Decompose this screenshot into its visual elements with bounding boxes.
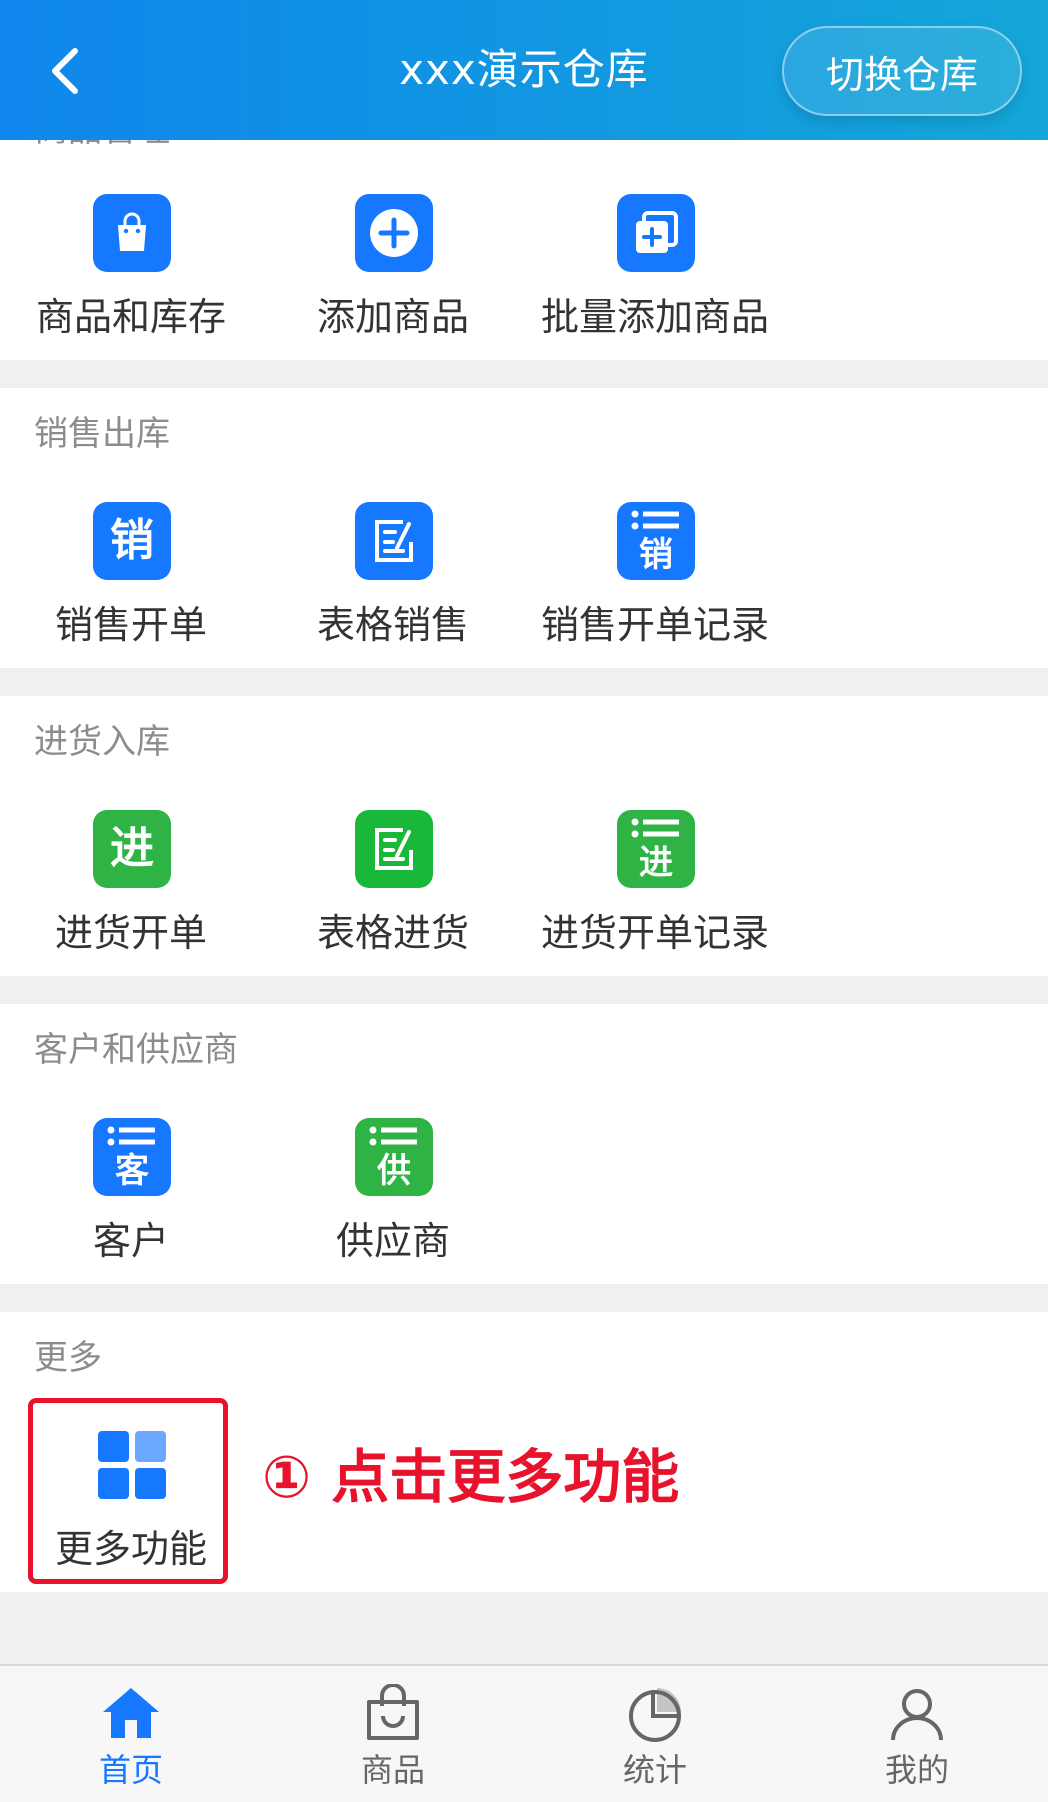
section-title-partners: 客户和供应商 xyxy=(34,1030,238,1070)
nav-item-home[interactable]: 首页 xyxy=(0,1666,262,1802)
pie-chart-icon xyxy=(629,1688,681,1742)
nav-label: 首页 xyxy=(98,1751,163,1789)
icon-glyph: 供 xyxy=(377,1151,411,1191)
grid-label: 客户 xyxy=(92,1219,169,1263)
nav-label: 我的 xyxy=(884,1751,949,1789)
grid-item-sales-order[interactable]: 销 销售开单 xyxy=(0,502,262,662)
shopping-bag-icon xyxy=(93,194,171,272)
annotation-text: ① 点击更多功能 xyxy=(262,1443,680,1511)
nav-item-mine[interactable]: 我的 xyxy=(786,1666,1048,1802)
grid-label: 表格进货 xyxy=(316,911,469,955)
section-sales: 销售出库 销 销售开单 表格销售 销 销售开单记录 xyxy=(0,388,1048,668)
section-purchase: 进货入库 进 进货开单 表格进货 进 进货开单记录 xyxy=(0,696,1048,976)
back-button[interactable] xyxy=(30,36,100,106)
grid-label: 商品和库存 xyxy=(35,295,226,339)
user-icon xyxy=(891,1689,943,1741)
icon-glyph: 进 xyxy=(639,843,673,883)
sales-record-icon: 销 xyxy=(617,502,695,580)
grid-item-add-goods[interactable]: 添加商品 xyxy=(262,194,524,354)
icon-glyph: 进 xyxy=(110,823,154,874)
batch-add-icon xyxy=(617,194,695,272)
home-icon xyxy=(103,1688,159,1738)
supplier-list-icon: 供 xyxy=(355,1118,433,1196)
icon-glyph: 销 xyxy=(110,515,154,566)
nav-item-goods[interactable]: 商品 xyxy=(262,1666,524,1802)
grid-item-form-sales[interactable]: 表格销售 xyxy=(262,502,524,662)
app-screen: xxx演示仓库 切换仓库 商品管理 商品和库存 添 xyxy=(0,0,1048,1802)
grid-label: 批量添加商品 xyxy=(540,295,769,339)
purchase-order-icon: 进 xyxy=(93,810,171,888)
bottom-nav: 首页 商品 统计 我的 xyxy=(0,1664,1048,1802)
grid-label: 销售开单 xyxy=(54,603,207,647)
top-bar: xxx演示仓库 切换仓库 xyxy=(0,0,1048,140)
shopping-bag-icon xyxy=(367,1684,419,1740)
switch-warehouse-button[interactable]: 切换仓库 xyxy=(782,26,1022,116)
section-title-purchase: 进货入库 xyxy=(34,722,170,762)
nav-item-stats[interactable]: 统计 xyxy=(524,1666,786,1802)
grid-item-suppliers[interactable]: 供 供应商 xyxy=(262,1118,524,1278)
grid-item-sales-records[interactable]: 销 销售开单记录 xyxy=(524,502,786,662)
grid-label: 进货开单 xyxy=(54,911,207,955)
add-circle-icon xyxy=(355,194,433,272)
sales-order-icon: 销 xyxy=(93,502,171,580)
grid-label: 销售开单记录 xyxy=(540,603,769,647)
section-partners: 客户和供应商 客 客户 供 供应商 xyxy=(0,1004,1048,1284)
icon-glyph: 客 xyxy=(115,1151,149,1191)
section-goods: 商品管理 商品和库存 添加商品 xyxy=(0,108,1048,360)
form-edit-icon xyxy=(355,502,433,580)
highlight-box xyxy=(28,1398,228,1584)
nav-label: 统计 xyxy=(622,1751,687,1789)
section-title-more: 更多 xyxy=(34,1338,102,1378)
grid-item-form-purchase[interactable]: 表格进货 xyxy=(262,810,524,970)
grid-label: 添加商品 xyxy=(316,295,469,339)
grid-item-purchase-records[interactable]: 进 进货开单记录 xyxy=(524,810,786,970)
grid-item-purchase-order[interactable]: 进 进货开单 xyxy=(0,810,262,970)
chevron-left-icon xyxy=(52,48,78,94)
grid-item-customers[interactable]: 客 客户 xyxy=(0,1118,262,1278)
icon-glyph: 销 xyxy=(639,535,673,575)
grid-label: 表格销售 xyxy=(316,603,469,647)
grid-item-goods-inventory[interactable]: 商品和库存 xyxy=(0,194,262,354)
purchase-record-icon: 进 xyxy=(617,810,695,888)
grid-item-batch-add-goods[interactable]: 批量添加商品 xyxy=(524,194,786,354)
form-edit-icon xyxy=(355,810,433,888)
grid-label: 进货开单记录 xyxy=(540,911,769,955)
nav-label: 商品 xyxy=(360,1751,425,1789)
customer-list-icon: 客 xyxy=(93,1118,171,1196)
section-title-sales: 销售出库 xyxy=(34,414,170,454)
grid-label: 供应商 xyxy=(335,1219,450,1263)
